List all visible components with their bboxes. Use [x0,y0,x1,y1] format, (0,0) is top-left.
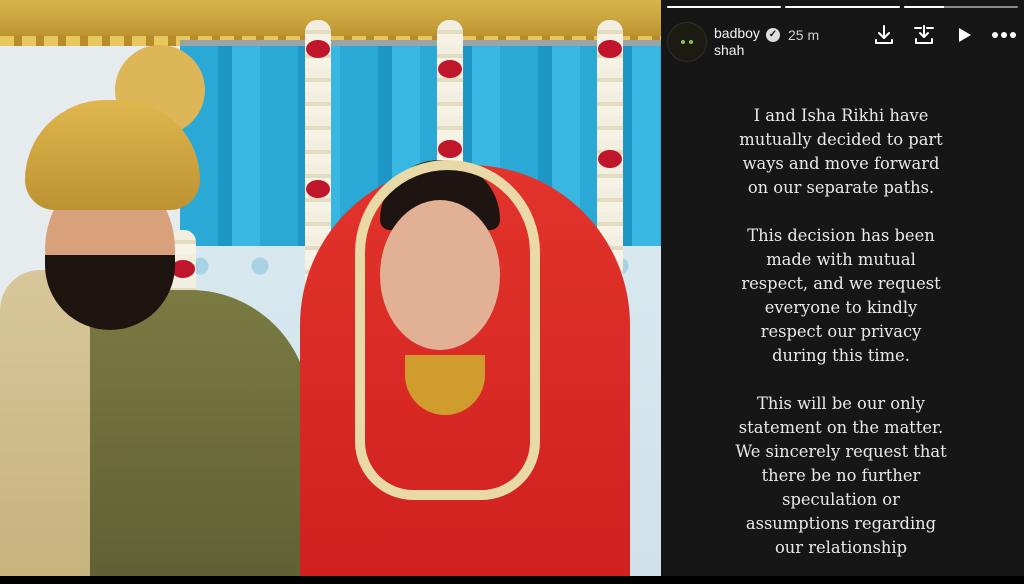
message-paragraph: This decision has been made with mutual … [741,226,941,365]
progress-segment [667,6,782,8]
wedding-photo [0,0,661,576]
progress-segment [903,6,1018,8]
story-actions [870,21,1018,49]
download-icon[interactable] [870,21,898,49]
story-progress-bar [667,6,1018,8]
avatar[interactable] [667,22,707,62]
more-icon[interactable] [990,21,1018,49]
download-stack-icon[interactable] [910,21,938,49]
message-paragraph: This will be our only statement on the m… [735,394,947,557]
progress-segment [785,6,900,8]
username[interactable]: badboyshah [714,25,764,59]
verified-badge-icon: ✓ [766,28,780,42]
story-header: badboyshah ✓ 25 m [667,22,1018,62]
dupatta-border [355,160,540,500]
story-message: I and Isha Rikhi have mutually decided t… [691,104,991,584]
play-icon[interactable] [950,21,978,49]
story-panel: badboyshah ✓ 25 m I and Isha Rikhi have … [661,0,1024,576]
message-paragraph: I and Isha Rikhi have mutually decided t… [739,106,943,197]
story-timestamp: 25 m [788,27,820,43]
